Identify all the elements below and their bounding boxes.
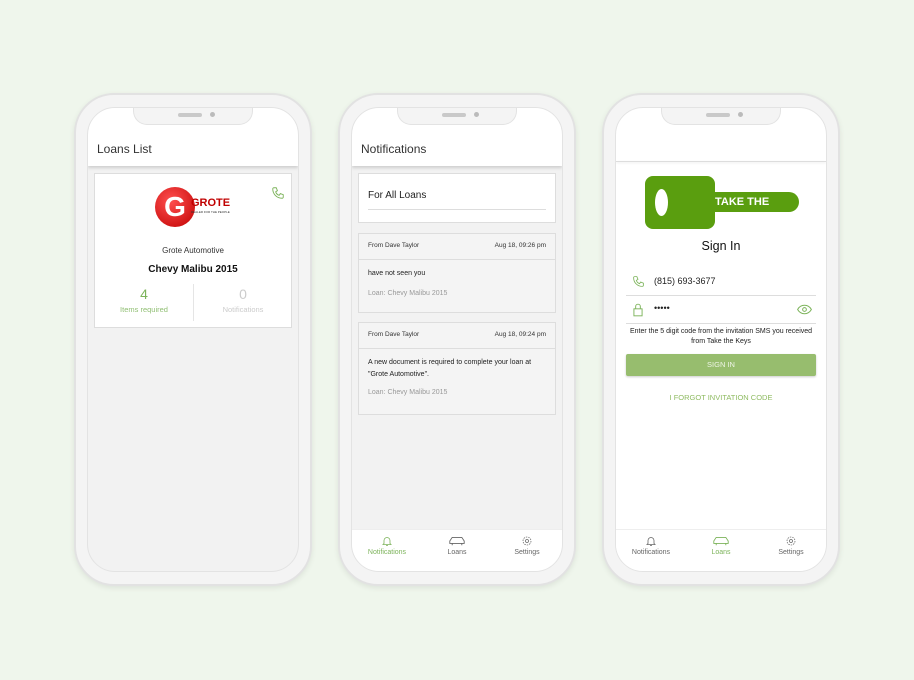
page-title: Loans List	[97, 142, 152, 156]
tab-notifications[interactable]: Notifications	[352, 530, 422, 571]
car-icon	[449, 536, 465, 546]
phone-field[interactable]: (815) 693-3677	[626, 268, 816, 296]
dealer-logo: G GROTE DEALER FOR THE PEOPLE	[155, 187, 235, 231]
phone-loans-list: Loans List G GROTE DEALER FOR THE PEOPLE…	[74, 93, 312, 586]
car-name: Chevy Malibu 2015	[148, 264, 238, 275]
items-required-stat[interactable]: 4 Items required	[95, 286, 193, 314]
screen: Loans List G GROTE DEALER FOR THE PEOPLE…	[87, 107, 299, 572]
forgot-code-link[interactable]: I FORGOT INVITATION CODE	[616, 393, 826, 402]
phone-sign-in: TAKE THE KEYS Sign In (815) 693-3677 •••…	[602, 93, 840, 586]
loan-filter-select[interactable]: For All Loans	[358, 173, 556, 223]
phone-icon[interactable]	[271, 186, 285, 200]
bell-icon	[382, 537, 392, 546]
tab-bar: Notifications Loans Settings	[352, 529, 562, 571]
dealer-name: Grote Automotive	[162, 246, 224, 255]
loan-card[interactable]: G GROTE DEALER FOR THE PEOPLE Grote Auto…	[94, 173, 292, 328]
eye-icon[interactable]	[797, 304, 812, 315]
phone-icon	[633, 276, 644, 287]
code-hint: Enter the 5 digit code from the invitati…	[629, 328, 813, 345]
notification-item[interactable]: From Dave Taylor Aug 18, 09:24 pm A new d…	[358, 322, 556, 415]
page-title: Notifications	[361, 142, 427, 156]
take-the-keys-logo: TAKE THE KEYS	[645, 176, 799, 230]
tab-bar: Notifications Loans Settings	[616, 529, 826, 571]
screen: TAKE THE KEYS Sign In (815) 693-3677 •••…	[615, 107, 827, 572]
sign-in-title: Sign In	[701, 239, 741, 253]
notch	[133, 108, 253, 125]
car-icon	[713, 536, 729, 546]
tab-settings[interactable]: Settings	[756, 530, 826, 571]
tab-notifications[interactable]: Notifications	[616, 530, 686, 571]
gear-icon	[786, 536, 796, 546]
notifications-stat[interactable]: 0 Notifications	[194, 286, 292, 314]
gear-icon	[522, 536, 532, 546]
tab-loans[interactable]: Loans	[686, 530, 756, 571]
tab-loans[interactable]: Loans	[422, 530, 492, 571]
bell-icon	[646, 537, 656, 546]
notification-item[interactable]: From Dave Taylor Aug 18, 09:26 pm have no…	[358, 233, 556, 313]
tab-settings[interactable]: Settings	[492, 530, 562, 571]
phone-notifications: Notifications For All Loans From Dave Ta…	[338, 93, 576, 586]
sign-in-button[interactable]: SIGN IN	[626, 354, 816, 376]
screen: Notifications For All Loans From Dave Ta…	[351, 107, 563, 572]
code-field[interactable]: •••••	[626, 296, 816, 324]
lock-icon	[633, 303, 643, 317]
